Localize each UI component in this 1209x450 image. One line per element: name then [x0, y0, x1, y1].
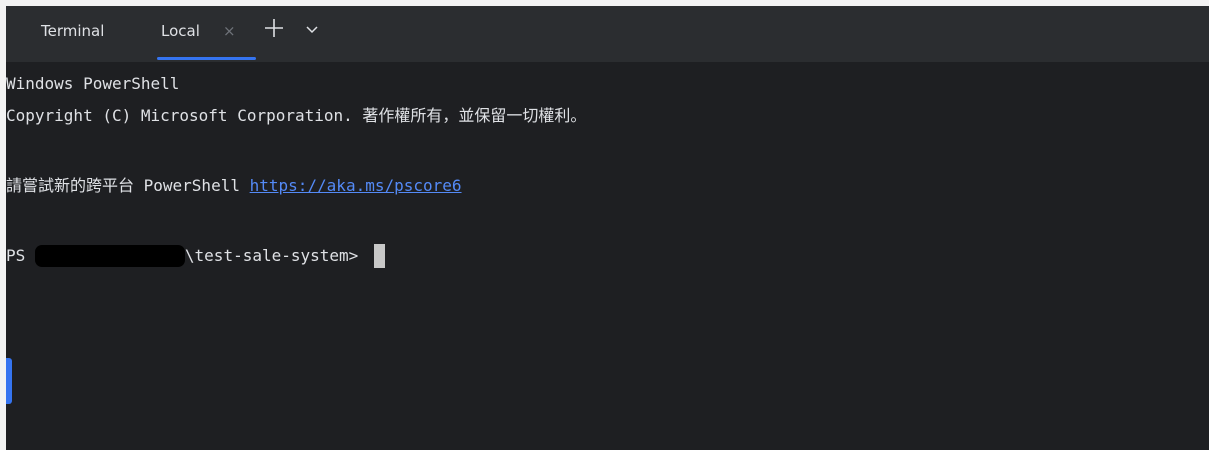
tab-local-label: Local: [161, 22, 200, 40]
gutter-marker[interactable]: [6, 358, 12, 404]
window-frame: Terminal Local × Windows PowerShell Copy…: [0, 0, 1209, 450]
prompt-prefix: PS: [6, 246, 35, 265]
text-cursor: [373, 244, 385, 268]
chevron-down-icon[interactable]: [305, 22, 319, 36]
terminal-line: Windows PowerShell: [6, 74, 180, 93]
terminal-line: Copyright (C) Microsoft Corporation. 著作權…: [6, 106, 587, 125]
active-tab-indicator: [157, 57, 256, 60]
terminal-output[interactable]: Windows PowerShell Copyright (C) Microso…: [6, 62, 1209, 450]
terminal-prompt-line: PS \test-sale-system>: [6, 244, 385, 268]
tool-window-title: Terminal: [41, 22, 105, 40]
terminal-line: 請嘗試新的跨平台 PowerShell https://aka.ms/pscor…: [6, 175, 462, 197]
terminal-tool-window: Terminal Local × Windows PowerShell Copy…: [6, 6, 1209, 450]
close-icon[interactable]: ×: [223, 22, 236, 40]
redacted-path: [34, 245, 185, 267]
terminal-tab-bar: Terminal Local ×: [6, 6, 1209, 62]
terminal-text: 請嘗試新的跨平台 PowerShell: [6, 176, 250, 195]
plus-icon[interactable]: [263, 17, 285, 39]
pscore6-link[interactable]: https://aka.ms/pscore6: [250, 176, 462, 195]
tab-local[interactable]: Local ×: [147, 6, 256, 62]
prompt-path: \test-sale-system>: [184, 246, 368, 265]
